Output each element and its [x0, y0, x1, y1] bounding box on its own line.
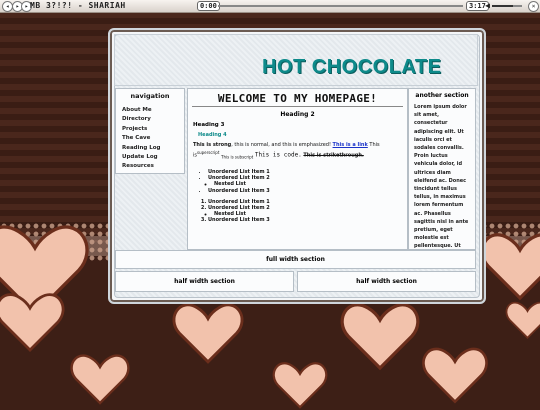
list-item: Unordered List Item 3: [208, 188, 270, 194]
sample-lists: Unordered List Item 1 Unordered List Ite…: [202, 169, 270, 224]
list-item: Unordered List Item 3: [208, 217, 270, 223]
ordered-list: Unordered List Item 1 Unordered List Ite…: [202, 199, 270, 224]
nav-item-update-log[interactable]: Update Log: [122, 153, 184, 162]
nav-item-about-me[interactable]: About Me: [122, 106, 184, 115]
normal-text: , this is normal, and this is emphasized…: [231, 142, 331, 148]
another-section-title: another section: [415, 92, 469, 99]
nav-item-the-cave[interactable]: The Cave: [122, 134, 184, 143]
nav-item-projects[interactable]: Projects: [122, 125, 184, 134]
site-title: HOT CHOCOLATE: [262, 56, 442, 78]
nav-item-directory[interactable]: Directory: [122, 115, 184, 124]
heart-icon: [420, 345, 490, 405]
heading-4: Heading 4: [198, 132, 227, 138]
heading-3: Heading 3: [193, 122, 225, 128]
welcome-heading: WELCOME TO MY HOMEPAGE!: [217, 92, 378, 105]
sample-link[interactable]: This is a link: [333, 142, 368, 148]
divider: [192, 106, 403, 107]
unordered-list: Unordered List Item 1 Unordered List Ite…: [202, 169, 270, 194]
heart-icon: [70, 352, 130, 406]
close-icon[interactable]: ×: [528, 1, 539, 12]
heading-2: Heading 2: [280, 111, 315, 118]
navigation-panel: navigation About Me Directory Projects T…: [115, 88, 185, 174]
volume-slider[interactable]: [492, 5, 522, 7]
subscript-text: This is subscript: [221, 154, 254, 160]
lorem-text: Lorem ipsum dolor sit amet, consectetur …: [414, 104, 469, 266]
strong-text: This is strong: [193, 142, 232, 148]
full-width-section: full width section: [115, 250, 476, 269]
volume-icon[interactable]: ◀: [483, 1, 492, 10]
heart-icon: [505, 300, 540, 340]
heart-icon: [172, 300, 244, 366]
track-title: MB 3?!?! - SHARIAH: [30, 1, 126, 10]
volume-fill: [492, 5, 513, 7]
music-player: ◂ ▸ ▸ MB 3?!?! - SHARIAH 0:00 3:17 ◀ ×: [0, 0, 540, 13]
superscript-text: superscript: [197, 150, 220, 155]
time-elapsed: 0:00: [197, 1, 220, 11]
half-width-section-right: half width section: [297, 271, 476, 292]
main-content: WELCOME TO MY HOMEPAGE! Heading 2 Headin…: [187, 88, 408, 250]
code-text: This is code.: [254, 151, 302, 159]
progress-bar[interactable]: [218, 5, 463, 7]
heart-icon: [270, 360, 330, 410]
strikethrough-text: This is strikethrough.: [303, 152, 364, 159]
sample-paragraph: This is strong, this is normal, and this…: [193, 142, 403, 161]
another-section-panel: another section Lorem ipsum dolor sit am…: [408, 88, 476, 266]
half-width-section-left: half width section: [115, 271, 294, 292]
nav-item-reading-log[interactable]: Reading Log: [122, 144, 184, 153]
navigation-list: About Me Directory Projects The Cave Rea…: [122, 106, 184, 172]
heart-icon: [340, 300, 420, 372]
navigation-title: navigation: [130, 92, 170, 100]
nav-item-resources[interactable]: Resources: [122, 162, 184, 171]
heart-icon: [480, 230, 540, 302]
heart-icon: [0, 290, 65, 354]
